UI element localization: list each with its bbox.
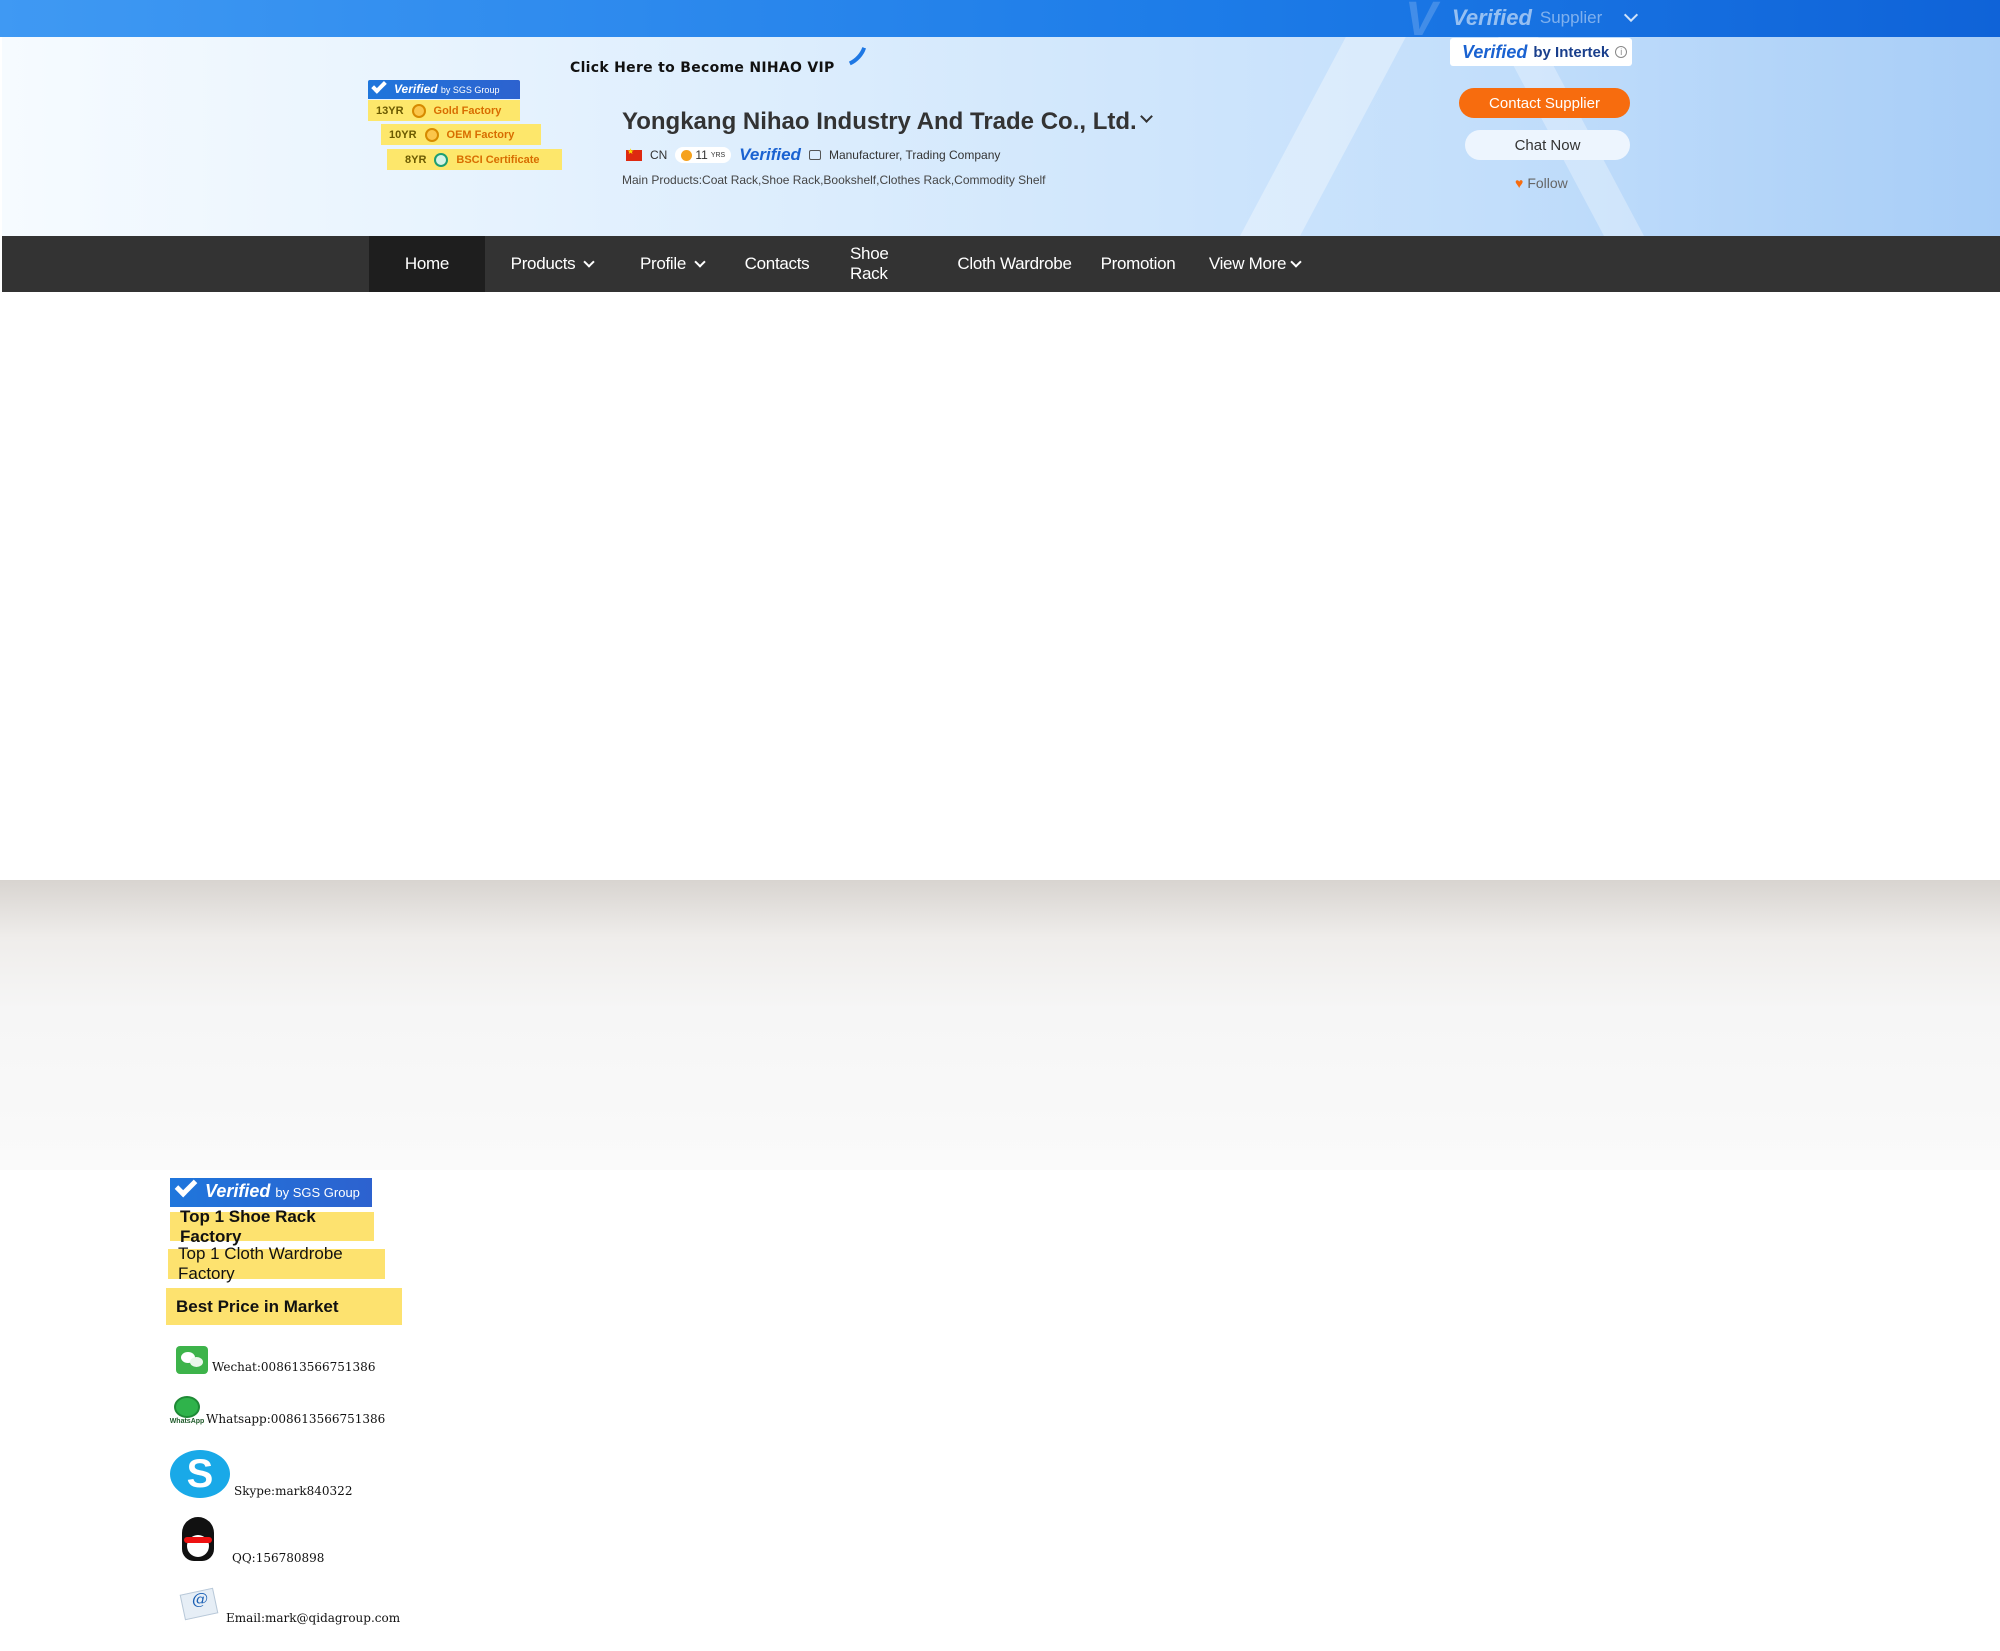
badge-label: BSCI Certificate [456,153,540,166]
chevron-down-icon [694,256,706,268]
badge-years: 10YR [389,128,417,141]
promo-banner [0,880,2000,1170]
shop-icon [808,150,821,160]
badge-label: Gold Factory [433,104,502,117]
nav-view-more[interactable]: View More [1202,236,1307,292]
intertek-verified-badge[interactable]: Verified by Intertek i [1450,38,1632,66]
sgs-verified-badge: Verified by SGS Group [368,80,520,99]
nav-home[interactable]: Home [369,236,485,292]
top-wardrobe-label: Top 1 Cloth Wardrobe Factory [168,1244,385,1283]
main-products: Main Products:Coat Rack,Shoe Rack,Booksh… [622,173,1046,187]
nav-label: Cloth Wardrobe [957,254,1072,273]
qq-icon [170,1515,228,1565]
heart-icon: ♥ [1515,175,1524,191]
nav-label: Products [510,254,576,273]
email-icon-glyph: @ [192,1589,208,1608]
medal-icon [424,127,439,142]
nav-label: Promotion [1100,254,1176,273]
verified-logo[interactable]: Verified [739,145,801,165]
chevron-down-icon [1290,256,1302,268]
years-badge: 11 YRS [675,147,732,163]
store-nav: Home Products Profile Contacts Shoe Rack… [2,236,2000,292]
sgs-verified-text: Verified [205,1181,271,1201]
nav-promotion[interactable]: Promotion [1094,236,1182,292]
nav-label: View More [1208,254,1287,273]
wechat-text: Wechat:008613566751386 [212,1360,376,1374]
vip-link[interactable]: Click Here to Become NIHAO VIP [570,60,835,76]
badge-years: 8YR [405,153,427,166]
email-text: Email:mark@qidagroup.com [226,1611,401,1625]
badge-years: 13YR [376,104,404,117]
contact-supplier-button[interactable]: Contact Supplier [1459,88,1630,118]
nav-contacts[interactable]: Contacts [737,236,817,292]
nav-shoe-rack[interactable]: Shoe Rack [850,236,930,292]
best-price-label: Best Price in Market [166,1288,402,1325]
company-name[interactable]: Yongkang Nihao Industry And Trade Co., L… [622,108,1137,136]
sgs-verified-text: Verified [394,82,438,96]
verified-supplier-menu[interactable]: Verified Supplier [1452,5,1639,31]
nav-label: Profile [639,254,687,273]
top-bar: V Verified Supplier [0,0,2000,46]
intertek-by-text: by Intertek [1533,43,1610,61]
supplier-label: Supplier [1539,8,1603,27]
wechat-icon [176,1346,208,1374]
years-value: 11 [695,148,708,162]
chevron-down-icon[interactable] [1624,7,1639,23]
badge-label: OEM Factory [446,128,515,141]
oem-factory-badge: 10YR OEM Factory [381,124,541,145]
email-contact: @ Email:mark@qidagroup.com [176,1585,400,1625]
certificate-icon [434,152,449,167]
gold-factory-badge: 13YR Gold Factory [368,100,520,121]
business-type: Manufacturer, Trading Company [828,148,1001,162]
nav-profile[interactable]: Profile [622,236,722,292]
skype-icon: S [170,1450,230,1498]
sgs-verified-badge: Verified by SGS Group [170,1178,372,1207]
years-unit: YRS [710,151,726,159]
whatsapp-text: Whatsapp:008613566751386 [206,1412,386,1426]
medal-icon [411,103,426,118]
country-code: CN [650,148,668,162]
whatsapp-icon: WhatsApp [169,1396,205,1426]
intertek-verified-text: Verified [1462,41,1528,62]
follow-button[interactable]: ♥ Follow [1515,175,1568,191]
coin-icon [681,149,693,161]
nav-label: Shoe Rack [850,244,889,283]
verified-label: Verified [1452,5,1532,30]
sgs-by-text: by SGS Group [440,85,500,95]
sgs-by-text: by SGS Group [275,1185,360,1200]
skype-contact: S Skype:mark840322 [170,1450,352,1498]
nav-label: Contacts [744,254,810,273]
company-meta: CN 11YRS Verified Manufacturer, Trading … [626,145,1000,165]
qq-contact: QQ:156780898 [170,1515,324,1565]
china-flag-icon [626,147,642,161]
email-icon: @ [176,1585,222,1625]
bsci-badge: 8YR BSCI Certificate [387,149,562,170]
qq-text: QQ:156780898 [232,1551,325,1565]
wechat-contact: Wechat:008613566751386 [176,1346,375,1374]
nav-label: Home [404,254,450,273]
nav-products[interactable]: Products [502,236,602,292]
top-shoe-rack-label: Top 1 Shoe Rack Factory [170,1207,374,1246]
nav-cloth-wardrobe[interactable]: Cloth Wardrobe [957,236,1072,292]
whatsapp-contact: WhatsApp Whatsapp:008613566751386 [169,1396,386,1426]
chevron-down-icon [583,256,596,268]
whatsapp-caption: WhatsApp [169,1418,205,1425]
store-header [2,37,2000,236]
skype-text: Skype:mark840322 [234,1484,353,1498]
info-icon[interactable]: i [1615,46,1628,58]
follow-label: Follow [1527,175,1568,191]
chat-now-button[interactable]: Chat Now [1465,130,1630,160]
